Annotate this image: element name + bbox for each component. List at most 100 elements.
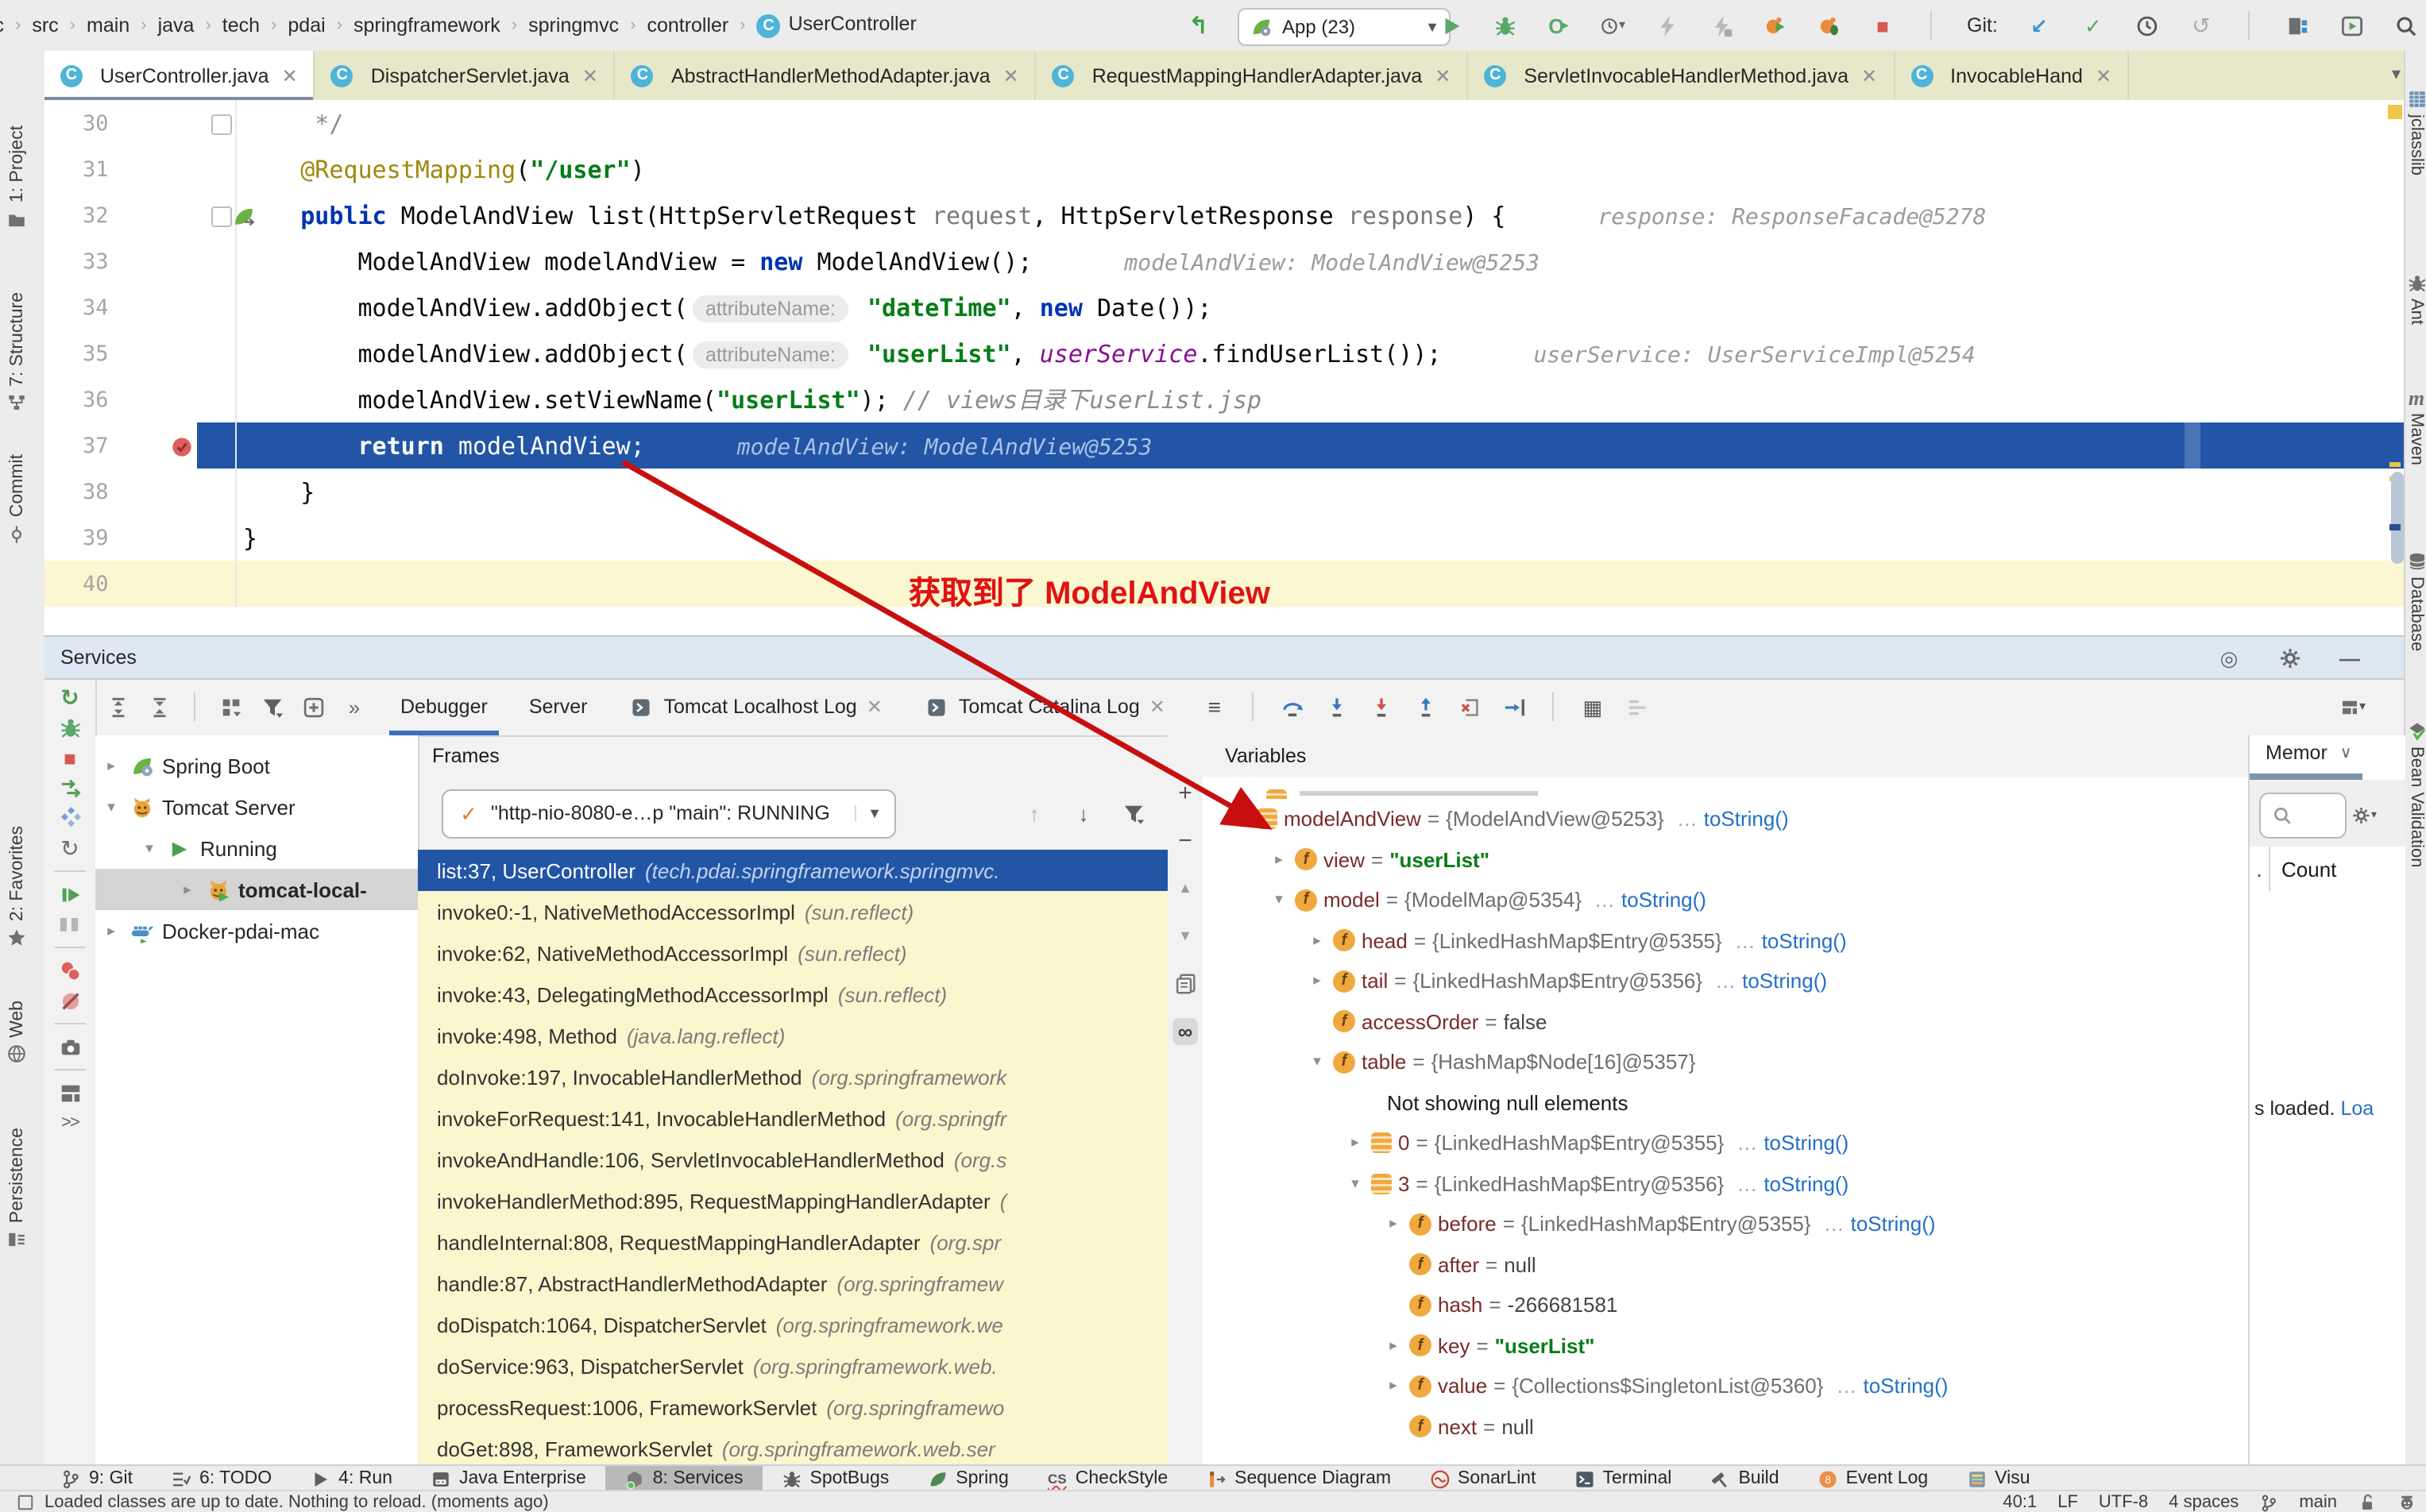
memory-settings-icon[interactable]: ▾ bbox=[2351, 802, 2377, 827]
variable-row[interactable]: ▾ftable={HashMap$Node[16]@5357} bbox=[1203, 1042, 2248, 1082]
more-chevrons-icon[interactable]: » bbox=[342, 694, 367, 719]
attach-debugger-icon[interactable] bbox=[1654, 13, 1679, 38]
search-everywhere-icon[interactable] bbox=[2393, 13, 2419, 38]
code-line[interactable]: 34 modelAndView.addObject(attributeName:… bbox=[44, 284, 2404, 330]
close-icon[interactable]: ✕ bbox=[282, 64, 298, 87]
filter-icon[interactable] bbox=[259, 694, 284, 719]
variable-row[interactable]: ▾fmodel={ModelMap@5354}…toString() bbox=[1203, 880, 2248, 920]
close-icon[interactable]: ✕ bbox=[867, 696, 883, 718]
tree-chevron-icon[interactable]: ▾ bbox=[140, 839, 159, 857]
toolwindow-stripe-project[interactable]: 1: Project bbox=[6, 125, 27, 230]
fold-marker[interactable] bbox=[211, 206, 232, 227]
toolwindow-button[interactable]: 9: Git bbox=[41, 1466, 152, 1491]
collapse-all-icon[interactable] bbox=[146, 694, 172, 719]
editor-tab[interactable]: CRequestMappingHandlerAdapter.java✕ bbox=[1037, 51, 1469, 100]
editor-tab[interactable]: CDispatcherServlet.java✕ bbox=[315, 51, 616, 100]
stream-debugger-icon[interactable] bbox=[1624, 694, 1650, 719]
attach-profiler-icon[interactable] bbox=[1708, 13, 1733, 38]
close-icon[interactable]: ✕ bbox=[1149, 696, 1165, 718]
toolwindow-button[interactable]: Java Enterprise bbox=[411, 1466, 605, 1491]
force-step-into-icon[interactable] bbox=[1369, 694, 1394, 719]
git-history-icon[interactable] bbox=[2134, 13, 2160, 38]
hamburger-icon[interactable]: ≡ bbox=[1202, 694, 1227, 719]
variable-row[interactable]: Not showing null elements bbox=[1203, 1082, 2248, 1123]
editor-scrollbar-thumb[interactable] bbox=[2391, 472, 2404, 564]
evaluate-icon[interactable]: ▦ bbox=[1580, 694, 1605, 719]
code-line[interactable]: 33 ModelAndView modelAndView = new Model… bbox=[44, 238, 2404, 284]
variable-chevron-icon[interactable]: ▾ bbox=[1269, 892, 1288, 909]
add-service-icon[interactable] bbox=[300, 694, 326, 719]
toolwindow-stripe-jclasslib[interactable]: jclasslib bbox=[2405, 89, 2426, 176]
services-tree-item[interactable]: ▸Spring Boot bbox=[95, 745, 418, 786]
code-line[interactable]: 35 modelAndView.addObject(attributeName:… bbox=[44, 330, 2404, 376]
hidden-tabs-chevron-icon[interactable]: ▾ bbox=[2392, 64, 2401, 84]
toolwindow-button[interactable]: Terminal bbox=[1555, 1466, 1691, 1491]
services-tab[interactable]: Tomcat Localhost Log✕ bbox=[608, 678, 902, 735]
code-line[interactable]: 31 @RequestMapping("/user") bbox=[44, 146, 2404, 192]
filter-icon[interactable] bbox=[1120, 800, 1145, 826]
memory-load-link[interactable]: Loa bbox=[2340, 1097, 2374, 1120]
breadcrumb-item[interactable]: vc bbox=[0, 14, 4, 37]
variable-chevron-icon[interactable]: ▾ bbox=[1308, 1054, 1327, 1071]
stack-frame-row[interactable]: doGet:898, FrameworkServlet(org.springfr… bbox=[418, 1428, 1168, 1466]
toolwindow-stripe-favorites[interactable]: 2: Favorites bbox=[6, 826, 27, 948]
coverage-icon[interactable]: C▶ bbox=[1546, 13, 1571, 38]
toolwindow-button[interactable]: Build bbox=[1690, 1466, 1798, 1491]
breadcrumb-item[interactable]: pdai bbox=[288, 14, 325, 37]
toolwindow-button[interactable]: 8: Services bbox=[605, 1466, 763, 1491]
hector-face-icon[interactable] bbox=[2397, 1493, 2416, 1512]
variable-row[interactable]: ▾modelAndView={ModelAndView@5253}…toStri… bbox=[1203, 799, 2248, 839]
variable-chevron-icon[interactable]: ▸ bbox=[1308, 932, 1327, 950]
run-configuration-select[interactable]: App (23) ▼ bbox=[1238, 8, 1451, 46]
code-line[interactable]: 37 return modelAndView;modelAndView: Mod… bbox=[44, 422, 2404, 469]
tostring-link[interactable]: toString() bbox=[1851, 1213, 1936, 1236]
scroll-up-icon[interactable]: ▲ bbox=[1172, 875, 1198, 901]
editor-tab[interactable]: CAbstractHandlerMethodAdapter.java✕ bbox=[616, 51, 1037, 100]
stack-frame-row[interactable]: doService:963, DispatcherServlet(org.spr… bbox=[418, 1345, 1168, 1387]
variable-chevron-icon[interactable]: ▾ bbox=[1346, 1175, 1365, 1193]
variable-chevron-icon[interactable]: ▸ bbox=[1269, 851, 1288, 869]
stack-frame-row[interactable]: invoke0:-1, NativeMethodAccessorImpl(sun… bbox=[418, 891, 1168, 932]
run-console-icon[interactable] bbox=[2339, 13, 2365, 38]
stack-frame-row[interactable]: invokeForRequest:141, InvocableHandlerMe… bbox=[418, 1097, 1168, 1139]
git-branch-label[interactable]: main bbox=[2299, 1493, 2337, 1512]
layout-settings-icon[interactable]: ▾ bbox=[2340, 694, 2366, 719]
expand-all-icon[interactable] bbox=[105, 694, 130, 719]
code-line[interactable]: 32 public ModelAndView list(HttpServletR… bbox=[44, 192, 2404, 238]
group-tabs-icon[interactable] bbox=[218, 694, 243, 719]
variable-chevron-icon[interactable]: ▸ bbox=[1384, 1337, 1403, 1355]
frame-up-icon[interactable]: ↑ bbox=[1022, 800, 1047, 826]
toolwindow-button[interactable]: 8Event Log bbox=[1798, 1466, 1948, 1491]
code-line[interactable]: 38 } bbox=[44, 469, 2404, 515]
variable-row[interactable]: ▸0={LinkedHashMap$Entry@5355}…toString() bbox=[1203, 1123, 2248, 1163]
variable-chevron-icon[interactable]: ▸ bbox=[1384, 1216, 1403, 1233]
rerun-app-icon[interactable] bbox=[1762, 13, 1787, 38]
navigate-declaration-icon[interactable]: ↰ bbox=[1188, 11, 1208, 40]
tree-chevron-icon[interactable]: ▾ bbox=[102, 798, 121, 816]
variable-chevron-icon[interactable]: ▸ bbox=[1308, 973, 1327, 990]
variable-row[interactable]: ▸fkey="userList" bbox=[1203, 1325, 2248, 1366]
editor-tab[interactable]: CServletInvocableHandlerMethod.java✕ bbox=[1468, 51, 1895, 100]
git-commit-icon[interactable]: ✓ bbox=[2080, 13, 2106, 38]
step-out-icon[interactable] bbox=[1413, 694, 1439, 719]
toolwindow-button[interactable]: CSCheckStyle bbox=[1028, 1466, 1187, 1491]
stack-frame-row[interactable]: invoke:43, DelegatingMethodAccessorImpl(… bbox=[418, 974, 1168, 1015]
rerun-app-debug-icon[interactable] bbox=[1816, 13, 1841, 38]
tostring-link[interactable]: toString() bbox=[1763, 1132, 1848, 1155]
breadcrumb-item[interactable]: tech bbox=[222, 14, 260, 37]
rerun-icon[interactable]: ↻ bbox=[57, 685, 83, 710]
services-tree-item[interactable]: ▸Docker-pdai-mac bbox=[95, 910, 418, 951]
breadcrumb-item[interactable]: springmvc bbox=[528, 14, 619, 37]
git-rollback-icon[interactable]: ↺ bbox=[2188, 13, 2214, 38]
services-tab[interactable]: Server bbox=[508, 678, 608, 735]
fold-marker[interactable] bbox=[211, 114, 232, 135]
services-tree-item[interactable]: ▸tomcat-local- bbox=[95, 869, 418, 910]
tree-chevron-icon[interactable]: ▸ bbox=[102, 922, 121, 939]
variable-row[interactable]: fafter=null bbox=[1203, 1244, 2248, 1285]
remove-watch-icon[interactable]: − bbox=[1172, 827, 1198, 853]
code-editor[interactable]: 30 */31 @RequestMapping("/user")32 publi… bbox=[44, 100, 2404, 635]
variable-row[interactable]: faccessOrder=false bbox=[1203, 1001, 2248, 1042]
file-encoding[interactable]: UTF-8 bbox=[2099, 1493, 2148, 1512]
project-window-icon[interactable] bbox=[2285, 13, 2311, 38]
variable-row[interactable]: ▸fview="userList" bbox=[1203, 839, 2248, 880]
